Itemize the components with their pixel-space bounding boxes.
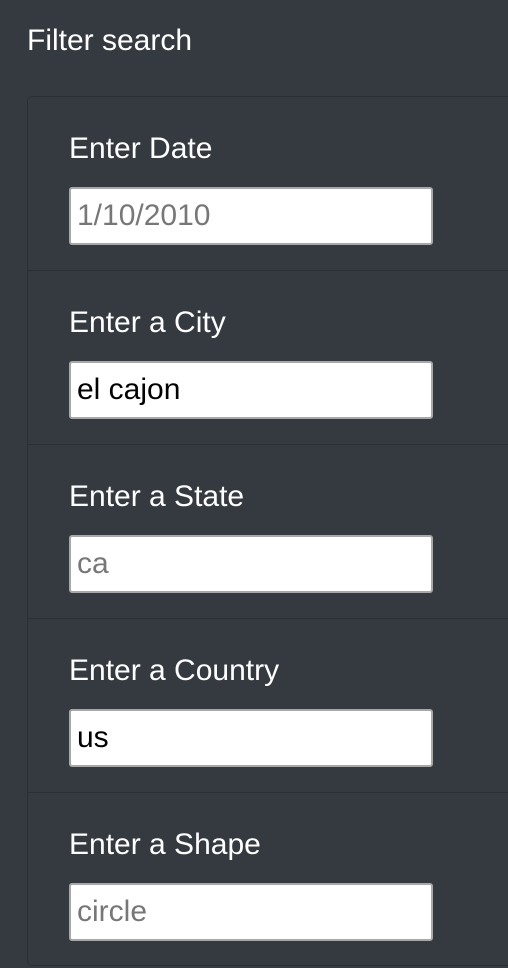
shape-input[interactable] bbox=[69, 883, 433, 941]
country-input[interactable] bbox=[69, 709, 433, 767]
filter-item-country: Enter a Country bbox=[28, 619, 508, 793]
country-label: Enter a Country bbox=[69, 654, 280, 687]
filter-item-city: Enter a City bbox=[28, 271, 508, 445]
shape-label: Enter a Shape bbox=[69, 828, 261, 861]
filter-item-state: Enter a State bbox=[28, 445, 508, 619]
city-label: Enter a City bbox=[69, 306, 226, 339]
date-input[interactable] bbox=[69, 187, 433, 245]
filter-list: Enter Date Enter a City Enter a State En… bbox=[27, 96, 508, 966]
filter-search-panel: Filter search Enter Date Enter a City En… bbox=[0, 0, 508, 968]
date-label: Enter Date bbox=[69, 132, 213, 165]
city-input[interactable] bbox=[69, 361, 433, 419]
filter-item-date: Enter Date bbox=[28, 97, 508, 271]
filter-item-shape: Enter a Shape bbox=[28, 793, 508, 965]
panel-title: Filter search bbox=[27, 24, 193, 57]
state-input[interactable] bbox=[69, 535, 433, 593]
state-label: Enter a State bbox=[69, 480, 245, 513]
